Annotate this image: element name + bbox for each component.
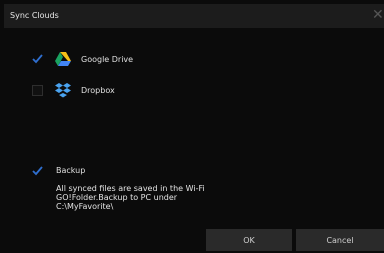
backup-label: Backup	[56, 166, 86, 175]
google-drive-checkbox[interactable]	[32, 54, 43, 65]
backup-description-line: All synced files are saved in the Wi-Fi	[56, 184, 205, 193]
backup-description-line: GO!Folder.Backup to PC under	[56, 193, 178, 202]
backup-description-line: C:\MyFavorite\	[56, 202, 114, 211]
cancel-button[interactable]: Cancel	[296, 229, 384, 251]
checkmark-icon	[32, 165, 43, 175]
service-row-google-drive[interactable]: Google Drive	[32, 51, 133, 67]
google-drive-label: Google Drive	[81, 54, 134, 64]
sync-clouds-dialog: Sync Clouds ✕ Google Drive Dropbox Backu…	[0, 0, 384, 253]
dropbox-checkbox[interactable]	[32, 84, 43, 96]
title-bar: Sync Clouds ✕	[4, 4, 384, 28]
checkmark-icon	[32, 54, 43, 64]
dropbox-icon	[54, 82, 72, 98]
google-drive-icon	[54, 51, 72, 67]
dropbox-label: Dropbox	[81, 85, 115, 95]
backup-row[interactable]: Backup	[32, 165, 85, 176]
backup-checkbox[interactable]	[32, 165, 43, 176]
dialog-title: Sync Clouds	[10, 11, 59, 20]
service-row-dropbox[interactable]: Dropbox	[32, 82, 115, 98]
close-icon[interactable]: ✕	[372, 7, 384, 23]
ok-button[interactable]: OK	[206, 229, 292, 251]
backup-description: All synced files are saved in the Wi-Fi …	[56, 184, 256, 211]
